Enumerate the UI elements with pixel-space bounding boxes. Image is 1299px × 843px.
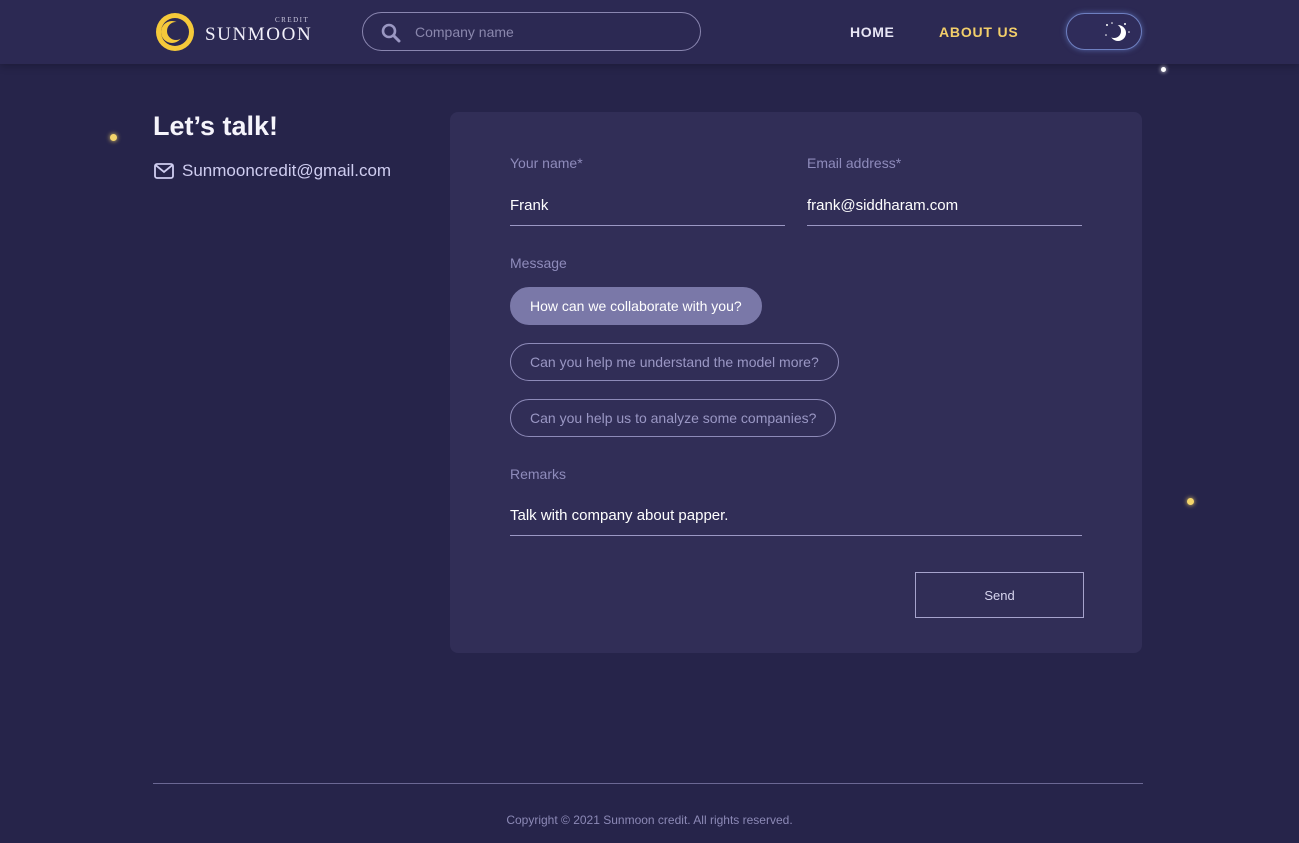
mail-icon: [154, 163, 174, 179]
message-label: Message: [510, 255, 567, 271]
remarks-field[interactable]: [510, 496, 1082, 536]
email-label: Email address*: [807, 155, 902, 171]
nav-home-link[interactable]: HOME: [850, 24, 894, 40]
message-option-analyze-companies[interactable]: Can you help us to analyze some companie…: [510, 399, 837, 437]
footer-copyright: Copyright © 2021 Sunmoon credit. All rig…: [506, 813, 793, 827]
send-button[interactable]: Send: [915, 572, 1084, 618]
decorative-star: [1161, 67, 1166, 72]
remarks-label: Remarks: [510, 466, 567, 482]
decorative-star: [1187, 498, 1194, 505]
decorative-star: [110, 134, 117, 141]
sun-moon-logo-icon: [156, 13, 194, 51]
moon-stars-icon: [1105, 22, 1130, 41]
email-field[interactable]: [807, 186, 1082, 226]
company-search-input[interactable]: [415, 21, 685, 43]
contact-form: Your name* Email address* Message How ca…: [450, 112, 1142, 653]
message-option-collaborate[interactable]: How can we collaborate with you?: [510, 287, 762, 325]
search-icon: [381, 23, 401, 43]
page-title: Let’s talk!: [153, 111, 279, 141]
sunmoon-logo[interactable]: CREDIT SUNMOON: [155, 12, 315, 52]
name-label: Your name*: [510, 155, 583, 171]
nav-about-us-link[interactable]: ABOUT US: [939, 24, 1019, 40]
contact-email-link[interactable]: Sunmooncredit@gmail.com: [182, 161, 391, 181]
message-option-understand-model[interactable]: Can you help me understand the model mor…: [510, 343, 839, 381]
logo-subtitle: CREDIT: [275, 16, 310, 24]
logo-wordmark: SUNMOON: [205, 24, 313, 45]
theme-toggle-switch[interactable]: [1066, 13, 1142, 50]
top-navigation-bar: CREDIT SUNMOON HOME ABOUT US: [0, 0, 1299, 64]
footer-divider: [153, 783, 1143, 784]
name-field[interactable]: [510, 186, 785, 226]
company-search-box[interactable]: [362, 12, 701, 51]
